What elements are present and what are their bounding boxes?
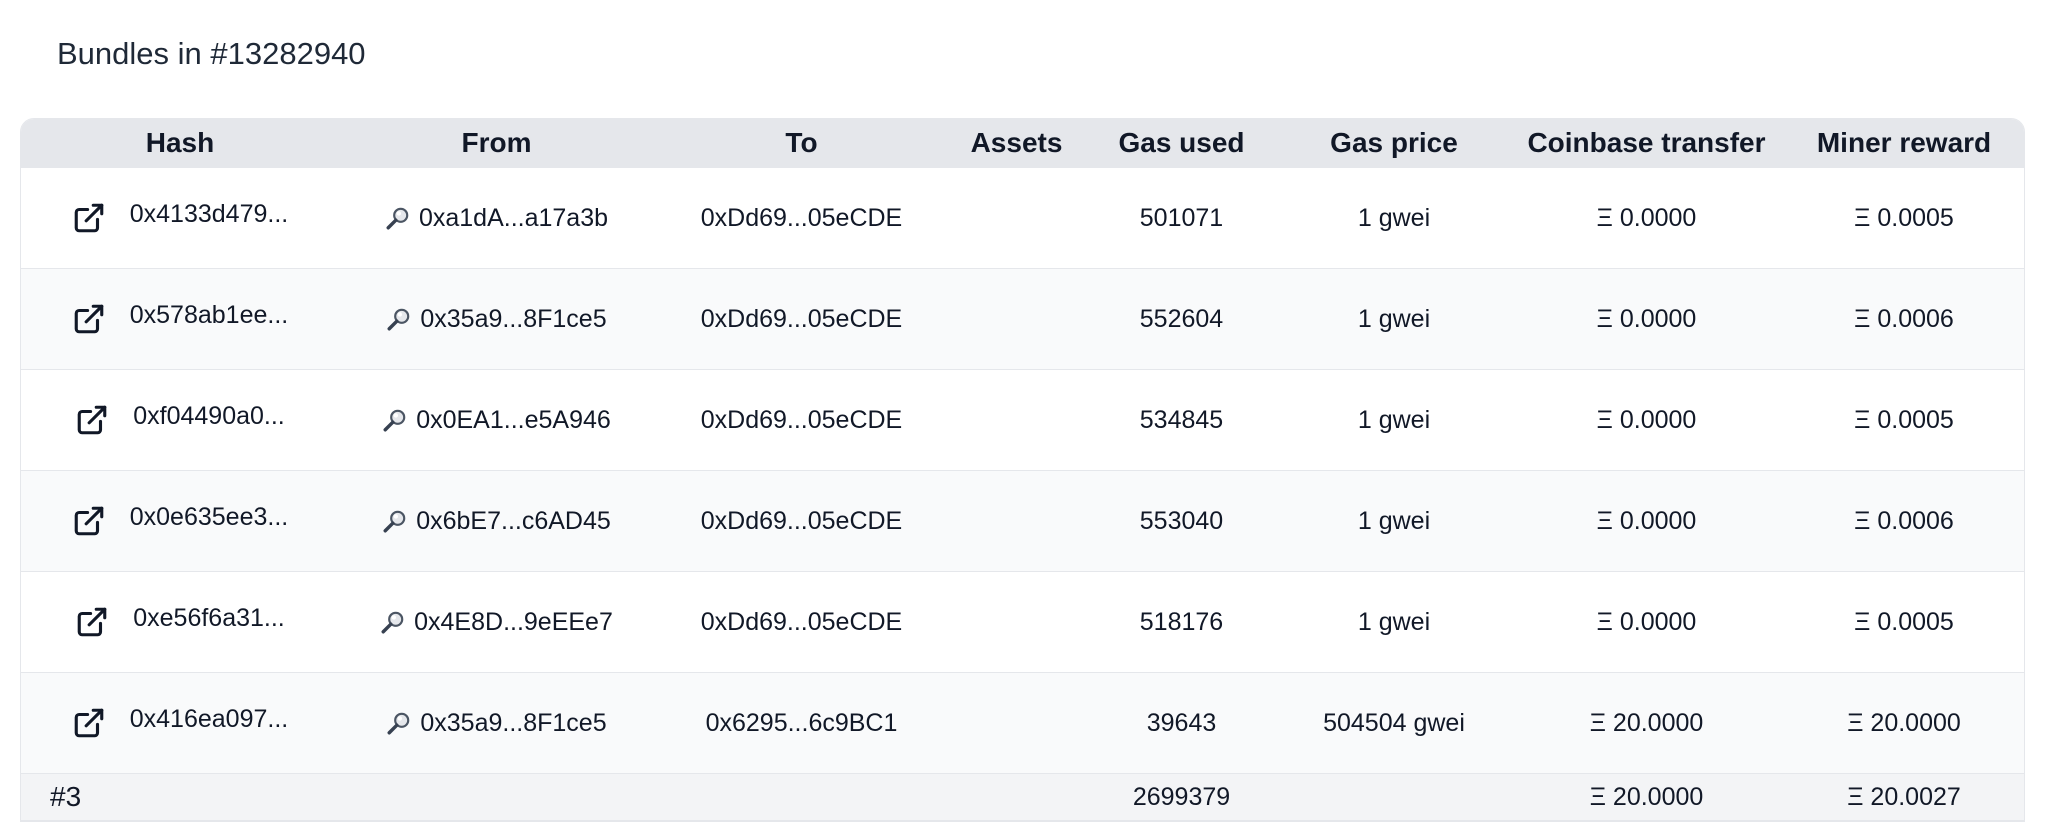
gas-price-cell: 1 gwei bbox=[1357, 203, 1431, 232]
miner-reward-cell: Ξ 0.0006 bbox=[1854, 506, 1954, 535]
table-header: Hash From To Assets Gas used Gas price C… bbox=[21, 119, 2024, 167]
coinbase-transfer-cell: Ξ 0.0000 bbox=[1596, 405, 1697, 434]
table-row: 0x578ab1ee... 0x35a9...8F1ce5 0xDd69...0… bbox=[21, 268, 2024, 369]
table-row: 0x0e635ee3... 0x6bE7...c6AD45 0xDd69...0… bbox=[21, 470, 2024, 571]
header-gas-price: Gas price bbox=[1330, 127, 1458, 158]
page-title: Bundles in #13282940 bbox=[57, 36, 366, 71]
header-miner-reward: Miner reward bbox=[1816, 127, 1992, 158]
table-row: 0x416ea097... 0x35a9...8F1ce5 0x6295...6… bbox=[21, 672, 2024, 773]
to-address[interactable]: 0xDd69...05eCDE bbox=[654, 305, 949, 334]
hash-link[interactable]: 0x0e635ee3... bbox=[130, 503, 288, 532]
header-to: To bbox=[785, 127, 818, 158]
magnifying-glass-icon[interactable] bbox=[382, 407, 408, 433]
to-address[interactable]: 0x6295...6c9BC1 bbox=[654, 709, 949, 738]
from-cell: 0x35a9...8F1ce5 bbox=[339, 305, 654, 334]
magnifying-glass-icon[interactable] bbox=[382, 508, 408, 534]
coinbase-transfer-cell: Ξ 0.0000 bbox=[1596, 607, 1697, 636]
header-from: From bbox=[461, 127, 532, 158]
hash-cell: 0x4133d479... bbox=[21, 200, 339, 235]
gas-used-cell: 501071 bbox=[1139, 203, 1224, 232]
from-address[interactable]: 0xa1dA...a17a3b bbox=[419, 204, 608, 233]
from-cell: 0xa1dA...a17a3b bbox=[339, 204, 654, 233]
header-gas-used: Gas used bbox=[1118, 127, 1245, 158]
table-row: 0xf04490a0... 0x0EA1...e5A946 0xDd69...0… bbox=[21, 369, 2024, 470]
from-cell: 0x35a9...8F1ce5 bbox=[339, 709, 654, 738]
from-address[interactable]: 0x35a9...8F1ce5 bbox=[420, 709, 606, 738]
from-address[interactable]: 0x6bE7...c6AD45 bbox=[416, 507, 611, 536]
from-cell: 0x6bE7...c6AD45 bbox=[339, 507, 654, 536]
hash-link[interactable]: 0x4133d479... bbox=[130, 200, 288, 229]
magnifying-glass-icon[interactable] bbox=[380, 609, 406, 635]
table-body: 0x4133d479... 0xa1dA...a17a3b 0xDd69...0… bbox=[21, 167, 2024, 773]
header-hash: Hash bbox=[145, 127, 215, 158]
to-address[interactable]: 0xDd69...05eCDE bbox=[654, 406, 949, 435]
from-address[interactable]: 0x4E8D...9eEEe7 bbox=[414, 608, 613, 637]
table-row: 0xe56f6a31... 0x4E8D...9eEEe7 0xDd69...0… bbox=[21, 571, 2024, 672]
magnifying-glass-icon[interactable] bbox=[386, 306, 412, 332]
from-cell: 0x0EA1...e5A946 bbox=[339, 406, 654, 435]
external-link-icon[interactable] bbox=[72, 201, 106, 235]
hash-link[interactable]: 0x578ab1ee... bbox=[130, 301, 288, 330]
coinbase-transfer-cell: Ξ 0.0000 bbox=[1596, 506, 1697, 535]
from-address[interactable]: 0x0EA1...e5A946 bbox=[416, 406, 611, 435]
table-row: 0x4133d479... 0xa1dA...a17a3b 0xDd69...0… bbox=[21, 167, 2024, 268]
gas-price-cell: 504504 gwei bbox=[1323, 708, 1465, 737]
header-coinbase-transfer: Coinbase transfer bbox=[1527, 127, 1766, 158]
magnifying-glass-icon[interactable] bbox=[386, 710, 412, 736]
miner-reward-cell: Ξ 0.0006 bbox=[1854, 304, 1954, 333]
magnifying-glass-icon[interactable] bbox=[385, 205, 411, 231]
coinbase-transfer-cell: Ξ 20.0000 bbox=[1589, 708, 1704, 737]
from-address[interactable]: 0x35a9...8F1ce5 bbox=[420, 305, 606, 334]
gas-used-cell: 39643 bbox=[1146, 708, 1217, 737]
external-link-icon[interactable] bbox=[72, 504, 106, 538]
header-assets: Assets bbox=[970, 127, 1063, 158]
coinbase-transfer-cell: Ξ 0.0000 bbox=[1596, 203, 1697, 232]
hash-link[interactable]: 0x416ea097... bbox=[130, 705, 288, 734]
footer-miner-reward: Ξ 20.0027 bbox=[1847, 782, 1961, 811]
miner-reward-cell: Ξ 0.0005 bbox=[1854, 405, 1954, 434]
gas-price-cell: 1 gwei bbox=[1357, 506, 1431, 535]
gas-used-cell: 552604 bbox=[1139, 304, 1224, 333]
external-link-icon[interactable] bbox=[72, 302, 106, 336]
gas-used-cell: 534845 bbox=[1139, 405, 1224, 434]
to-address[interactable]: 0xDd69...05eCDE bbox=[654, 204, 949, 233]
footer-bundle-label: #3 bbox=[50, 781, 82, 812]
hash-link[interactable]: 0xf04490a0... bbox=[133, 402, 285, 431]
footer-gas-used: 2699379 bbox=[1132, 782, 1231, 811]
external-link-icon[interactable] bbox=[72, 706, 106, 740]
external-link-icon[interactable] bbox=[75, 403, 109, 437]
gas-price-cell: 1 gwei bbox=[1357, 607, 1431, 636]
bundles-table: Hash From To Assets Gas used Gas price C… bbox=[20, 118, 2025, 822]
hash-cell: 0x578ab1ee... bbox=[21, 301, 339, 336]
miner-reward-cell: Ξ 0.0005 bbox=[1854, 203, 1954, 232]
gas-price-cell: 1 gwei bbox=[1357, 405, 1431, 434]
hash-link[interactable]: 0xe56f6a31... bbox=[133, 604, 285, 633]
from-cell: 0x4E8D...9eEEe7 bbox=[339, 608, 654, 637]
miner-reward-cell: Ξ 0.0005 bbox=[1854, 607, 1954, 636]
gas-price-cell: 1 gwei bbox=[1357, 304, 1431, 333]
table-footer: #3 2699379 Ξ 20.0000 Ξ 20.0027 bbox=[21, 773, 2024, 821]
external-link-icon[interactable] bbox=[75, 605, 109, 639]
coinbase-transfer-cell: Ξ 0.0000 bbox=[1596, 304, 1697, 333]
to-address[interactable]: 0xDd69...05eCDE bbox=[654, 507, 949, 536]
hash-cell: 0x0e635ee3... bbox=[21, 503, 339, 538]
miner-reward-cell: Ξ 20.0000 bbox=[1847, 708, 1961, 737]
hash-cell: 0xe56f6a31... bbox=[21, 604, 339, 639]
hash-cell: 0x416ea097... bbox=[21, 705, 339, 740]
hash-cell: 0xf04490a0... bbox=[21, 402, 339, 437]
gas-used-cell: 553040 bbox=[1139, 506, 1224, 535]
to-address[interactable]: 0xDd69...05eCDE bbox=[654, 608, 949, 637]
footer-coinbase-transfer: Ξ 20.0000 bbox=[1589, 782, 1704, 811]
gas-used-cell: 518176 bbox=[1139, 607, 1224, 636]
